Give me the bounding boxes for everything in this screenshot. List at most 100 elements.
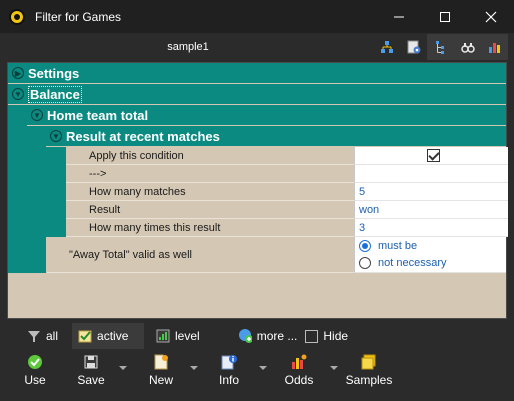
tree-icon bbox=[435, 41, 444, 54]
minimize-button[interactable] bbox=[376, 0, 422, 33]
section-result-recent[interactable]: ▼ Result at recent matches bbox=[46, 126, 506, 146]
use-button[interactable]: Use bbox=[21, 352, 49, 392]
new-document-icon bbox=[154, 352, 168, 372]
samples-label: Samples bbox=[345, 373, 393, 387]
section-settings[interactable]: ▶ Settings bbox=[8, 63, 506, 83]
section-home-team-total-label: Home team total bbox=[47, 107, 149, 123]
check-circle-icon bbox=[27, 352, 43, 372]
maximize-button[interactable] bbox=[422, 0, 468, 33]
collapse-icon[interactable]: ▼ bbox=[12, 88, 24, 100]
level-icon bbox=[156, 329, 170, 343]
away-total-options: must be not necessary bbox=[354, 237, 506, 273]
radio-label: must be bbox=[378, 239, 418, 252]
indent-bar bbox=[46, 147, 66, 237]
table-row: How many matches 5 bbox=[66, 183, 508, 201]
binoculars-icon bbox=[460, 43, 475, 53]
row-label: Result bbox=[66, 201, 354, 219]
window-controls bbox=[376, 0, 514, 33]
expand-icon[interactable]: ▶ bbox=[12, 67, 24, 79]
bar-chart-icon bbox=[488, 43, 500, 53]
sample-name-label: sample1 bbox=[167, 41, 209, 53]
collapse-icon[interactable]: ▼ bbox=[50, 130, 62, 142]
table-row: Apply this condition bbox=[66, 147, 508, 165]
radio-must-be[interactable]: must be bbox=[359, 237, 417, 255]
window-title: Filter for Games bbox=[35, 9, 122, 24]
row-label: "Away Total" valid as well bbox=[47, 237, 354, 273]
filter-bar: all active level more ... Hide bbox=[7, 323, 507, 349]
radio-label: not necessary bbox=[378, 257, 447, 270]
hide-checkbox[interactable] bbox=[305, 329, 319, 343]
save-dropdown-arrow-icon[interactable] bbox=[119, 364, 127, 372]
radio-button[interactable] bbox=[359, 239, 371, 252]
result-value[interactable]: won bbox=[354, 201, 508, 219]
row-label: How many times this result bbox=[66, 219, 354, 237]
how-many-matches-value[interactable]: 5 bbox=[354, 183, 508, 201]
settings-page-button[interactable] bbox=[400, 34, 427, 60]
row-label: Apply this condition bbox=[66, 147, 354, 165]
radio-not-necessary[interactable]: not necessary bbox=[359, 255, 446, 273]
filter-level-label: level bbox=[175, 329, 200, 343]
odds-dropdown-arrow-icon[interactable] bbox=[330, 364, 338, 372]
app-icon bbox=[9, 8, 25, 25]
samples-button[interactable]: Samples bbox=[345, 352, 393, 392]
bar-chart-button[interactable] bbox=[481, 34, 508, 60]
row-label: ---> bbox=[66, 165, 354, 183]
use-label: Use bbox=[24, 373, 46, 387]
tree-button[interactable] bbox=[427, 34, 454, 60]
new-button[interactable]: New bbox=[147, 352, 175, 392]
apply-condition-cell[interactable] bbox=[354, 147, 508, 165]
property-grid: ▶ Settings ▼ Balance ▼ Home team total ▼… bbox=[7, 62, 508, 319]
section-balance[interactable]: ▼ Balance bbox=[8, 84, 506, 104]
top-toolbar-icons bbox=[373, 34, 508, 60]
hide-toggle[interactable]: Hide bbox=[303, 323, 354, 349]
new-dropdown-arrow-icon[interactable] bbox=[190, 364, 198, 372]
info-dropdown-arrow-icon[interactable] bbox=[259, 364, 267, 372]
info-icon bbox=[221, 352, 237, 372]
add-icon bbox=[238, 329, 252, 343]
checked-note-icon bbox=[78, 329, 92, 343]
save-button[interactable]: Save bbox=[77, 352, 105, 392]
title-bar: Filter for Games bbox=[0, 0, 514, 33]
filter-active-button[interactable]: active bbox=[72, 323, 145, 349]
save-label: Save bbox=[77, 373, 105, 387]
maximize-icon bbox=[440, 11, 450, 22]
how-many-times-value[interactable]: 3 bbox=[354, 219, 508, 237]
radio-button[interactable] bbox=[359, 257, 371, 270]
floppy-icon bbox=[84, 352, 98, 372]
binoculars-button[interactable] bbox=[454, 34, 481, 60]
filter-more-button[interactable]: more ... bbox=[232, 323, 304, 349]
table-row: Result won bbox=[66, 201, 508, 219]
apply-condition-checkbox[interactable] bbox=[427, 149, 440, 162]
section-balance-label: Balance bbox=[28, 85, 82, 103]
network-icon bbox=[380, 41, 393, 53]
top-toolbar: sample1 bbox=[7, 34, 508, 60]
indent-bar bbox=[8, 105, 27, 273]
indent-bar bbox=[27, 126, 46, 273]
new-label: New bbox=[148, 373, 173, 387]
odds-label: Odds bbox=[284, 373, 314, 387]
section-home-team-total[interactable]: ▼ Home team total bbox=[27, 105, 506, 125]
bottom-command-bar: Use Save New Info Odds Samples bbox=[7, 352, 507, 392]
settings-page-icon bbox=[407, 40, 420, 54]
filter-level-button[interactable]: level bbox=[150, 323, 206, 349]
funnel-icon bbox=[27, 329, 41, 343]
filter-all-label: all bbox=[46, 329, 59, 343]
section-result-recent-label: Result at recent matches bbox=[66, 128, 220, 144]
filter-more-label: more ... bbox=[256, 329, 298, 343]
network-button[interactable] bbox=[373, 34, 400, 60]
row-value[interactable] bbox=[354, 165, 508, 183]
odds-button[interactable]: Odds bbox=[283, 352, 315, 392]
hide-label: Hide bbox=[323, 329, 349, 343]
samples-stack-icon bbox=[361, 352, 377, 372]
odds-chart-icon bbox=[291, 352, 307, 372]
row-label: How many matches bbox=[66, 183, 354, 201]
info-label: Info bbox=[218, 373, 239, 387]
table-row: "Away Total" valid as well must be not n… bbox=[47, 237, 506, 273]
table-row: ---> bbox=[66, 165, 508, 183]
table-row: How many times this result 3 bbox=[66, 219, 508, 237]
filter-active-label: active bbox=[97, 329, 129, 343]
close-button[interactable] bbox=[468, 0, 514, 33]
info-button[interactable]: Info bbox=[215, 352, 243, 392]
collapse-icon[interactable]: ▼ bbox=[31, 109, 43, 121]
filter-all-button[interactable]: all bbox=[21, 323, 64, 349]
